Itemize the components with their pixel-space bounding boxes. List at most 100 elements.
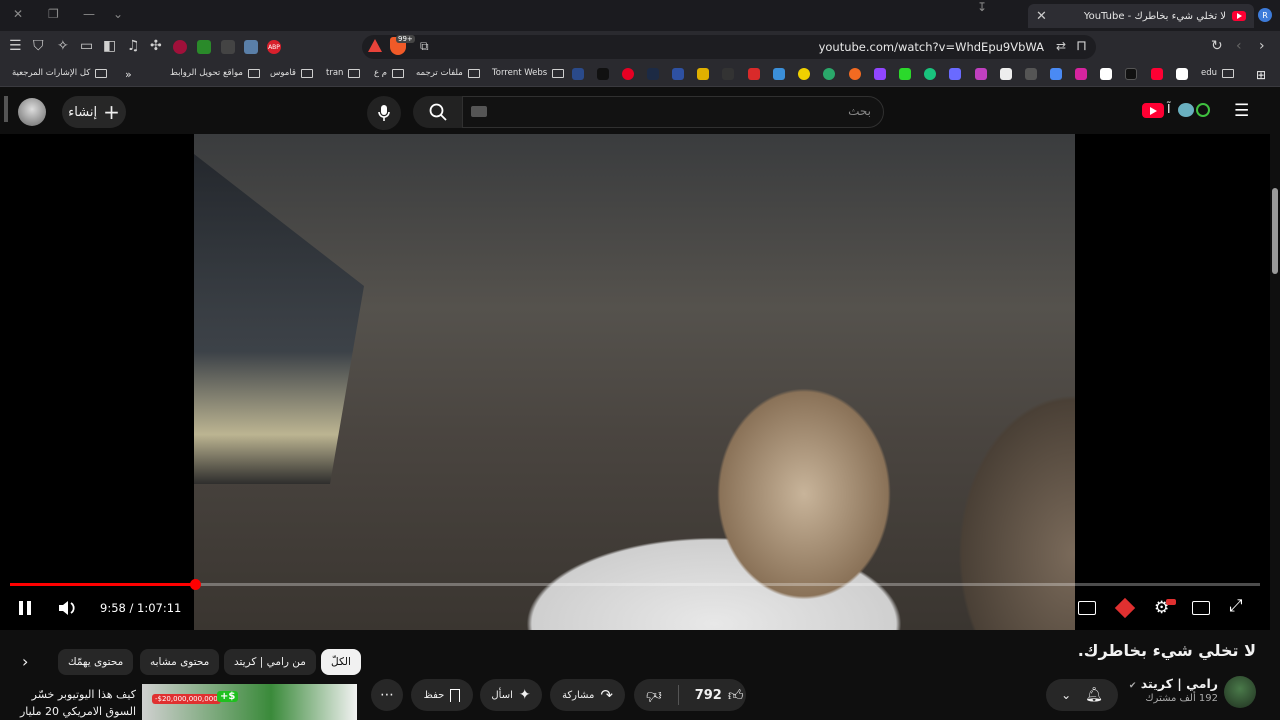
bookmark-tran[interactable]: tran [326, 68, 361, 78]
pin-icon[interactable]: ✧ [57, 38, 69, 54]
bookmark-links[interactable]: مواقع تحويل الروابط [170, 68, 260, 78]
s2-favicon-icon[interactable] [798, 68, 810, 80]
bookmark-translation-files[interactable]: ملفات ترجمه [416, 68, 480, 78]
image-ext-icon[interactable] [244, 40, 258, 54]
channel-avatar[interactable] [1224, 676, 1256, 708]
scrollbar-thumb[interactable] [1272, 188, 1278, 274]
autoplay-icon[interactable] [1114, 597, 1136, 619]
chip-from-channel[interactable]: من رامي | كريتد [224, 649, 316, 675]
page-scrollbar[interactable] [1270, 88, 1280, 720]
subscriber-count: 192 ألف مشترك [1145, 693, 1218, 704]
create-button[interactable]: إنشاء + [62, 96, 126, 128]
site-favicon-icon[interactable] [597, 68, 609, 80]
notion-favicon-icon[interactable] [1176, 68, 1188, 80]
three-favicon-icon[interactable] [748, 68, 760, 80]
like-icon[interactable]: 👍︎ [728, 686, 744, 705]
tab-list-chevron-icon[interactable]: ⌄ [113, 7, 123, 21]
reload-icon[interactable]: ↻ [1211, 38, 1223, 54]
menu-icon[interactable]: ☰ [1234, 101, 1249, 121]
d-favicon-icon[interactable] [697, 68, 709, 80]
x-favicon-icon[interactable] [1100, 68, 1112, 80]
m-favicon-icon[interactable] [975, 68, 987, 80]
cast-icon[interactable]: ⧉ [420, 39, 429, 54]
youtube-logo-icon[interactable] [1142, 103, 1164, 118]
bookmarks-overflow-icon[interactable]: » [125, 68, 132, 81]
voice-search-button[interactable] [367, 96, 401, 130]
bookmark-icon[interactable]: ⊓ [1076, 38, 1087, 54]
chatgpt-favicon-icon[interactable] [924, 68, 936, 80]
brave-rewards-icon[interactable] [368, 39, 382, 52]
more-actions-button[interactable]: ⋯ [371, 679, 403, 711]
forward-icon[interactable]: ‹ [1236, 38, 1242, 54]
bookmark-ma[interactable]: م ع [374, 68, 405, 78]
chip-related[interactable]: محتوى مشابه [140, 649, 220, 675]
download-ext-icon[interactable] [197, 40, 211, 54]
apps-grid-icon[interactable]: ⊞ [1256, 68, 1266, 82]
sidebar-menu-icon[interactable]: ☰ [9, 38, 22, 54]
ask-button[interactable]: اسأل ✦ [480, 679, 542, 711]
kick-favicon-icon[interactable] [899, 68, 911, 80]
extensions-icon[interactable]: ✣ [150, 38, 162, 54]
discord-favicon-icon[interactable] [1025, 68, 1037, 80]
pinterest-favicon-icon[interactable] [622, 68, 634, 80]
b-favicon-icon[interactable] [1000, 68, 1012, 80]
music-icon[interactable]: ♫ [127, 38, 140, 54]
subscription-button[interactable]: ⌄ 🔔︎ [1046, 679, 1118, 711]
adblock-plus-icon[interactable]: ABP [267, 40, 281, 54]
youtube-favicon-icon[interactable] [1151, 68, 1163, 80]
chip-interesting[interactable]: محتوى يهمّك [58, 649, 134, 675]
bookmark-dictionary[interactable]: قاموس [270, 68, 313, 78]
s-favicon-icon[interactable] [773, 68, 785, 80]
fullscreen-icon[interactable]: ⤢ [1229, 596, 1243, 616]
back-icon[interactable]: › [1259, 38, 1265, 54]
crunchy-favicon-icon[interactable] [849, 68, 861, 80]
anilist-favicon-icon[interactable] [647, 68, 659, 80]
wallet-icon[interactable]: ▭ [80, 38, 93, 54]
minimize-window-icon[interactable]: — [83, 7, 95, 21]
sidebar-handle[interactable] [4, 96, 8, 122]
site2-favicon-icon[interactable] [722, 68, 734, 80]
share-button[interactable]: مشاركة ↷ [550, 679, 625, 711]
screen-ext-icon[interactable] [221, 40, 235, 54]
twitch-favicon-icon[interactable] [874, 68, 886, 80]
search-button[interactable] [413, 96, 463, 128]
tiktok-favicon-icon[interactable] [1125, 68, 1137, 80]
reader-icon[interactable]: ◧ [103, 38, 116, 54]
shield-icon[interactable]: ⛉ [33, 38, 44, 54]
avatar[interactable] [18, 98, 46, 126]
site-settings-icon[interactable]: ⇄ [1056, 39, 1066, 53]
pinterest-ext-icon[interactable] [173, 40, 187, 54]
profile-avatar[interactable]: R [1258, 8, 1272, 22]
subtitles-icon[interactable] [1078, 601, 1096, 615]
video-player[interactable]: 9:58 / 1:07:11 ⚙ ⤢ [0, 134, 1270, 630]
restore-window-icon[interactable]: ❐ [48, 7, 59, 21]
volume-icon[interactable] [57, 599, 77, 621]
next-video-title[interactable]: كيف هذا اليوتيوبر خسّر السوق الامريكي 20… [8, 686, 136, 720]
chip-all[interactable]: الكلّ [321, 649, 361, 675]
close-tab-icon[interactable]: ✕ [1036, 9, 1047, 24]
bookmark-edu[interactable]: edu [1201, 68, 1235, 78]
site3-favicon-icon[interactable] [949, 68, 961, 80]
mal-favicon-icon[interactable] [672, 68, 684, 80]
globe-favicon-icon[interactable] [823, 68, 835, 80]
folder-icon [392, 68, 405, 78]
save-button[interactable]: حفظ [411, 679, 473, 711]
dislike-icon[interactable]: 👍︎ [646, 686, 662, 705]
tab-youtube[interactable]: لا تخلي شيء بخاطرك - YouTube ✕ [1028, 4, 1254, 28]
wn-favicon-icon[interactable] [572, 68, 584, 80]
search-input[interactable]: بحث [462, 96, 884, 128]
create-label: إنشاء [68, 104, 98, 120]
instagram-favicon-icon[interactable] [1075, 68, 1087, 80]
pause-icon[interactable] [19, 601, 31, 615]
bookmark-torrent[interactable]: Torrent Webs [492, 68, 565, 78]
theater-mode-icon[interactable] [1192, 601, 1210, 615]
chips-next-icon[interactable]: › [22, 652, 28, 671]
keyboard-icon[interactable] [471, 106, 487, 117]
bookmark-all[interactable]: كل الإشارات المرجعية [12, 68, 108, 78]
gemini-favicon-icon[interactable] [1050, 68, 1062, 80]
address-bar[interactable]: 99+ ⧉ youtube.com/watch?v=WhdEpu9VbWA ⇄ [362, 35, 1096, 59]
progress-bar[interactable] [10, 579, 1260, 590]
channel-name[interactable]: رامي | كريتد [1141, 676, 1218, 691]
next-video-thumbnail[interactable]: -$20,000,000,000 +$ [142, 684, 357, 720]
close-window-icon[interactable]: ✕ [13, 7, 23, 21]
